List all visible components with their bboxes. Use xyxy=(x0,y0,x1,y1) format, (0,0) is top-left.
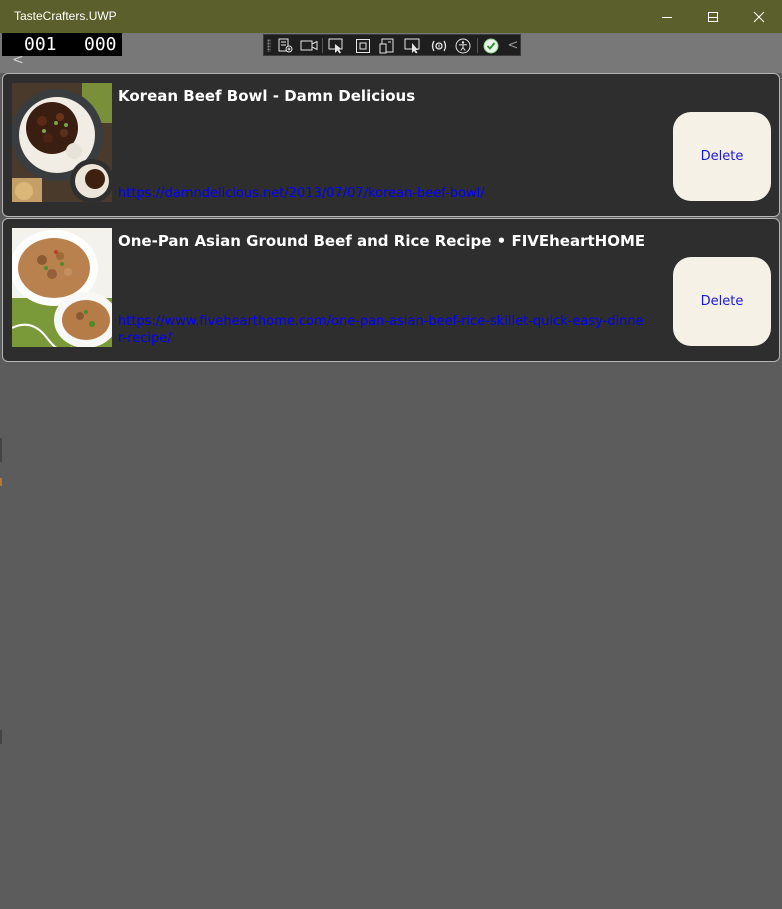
delete-button[interactable]: Delete xyxy=(673,112,771,201)
frame-rate-counter: 001 000 xyxy=(2,33,122,56)
track-focus-icon[interactable] xyxy=(378,37,396,54)
window-title: TasteCrafters.UWP xyxy=(14,9,117,23)
recipe-card[interactable]: Korean Beef Bowl - Damn Delicious https:… xyxy=(2,73,780,217)
toolbar-separator xyxy=(322,38,323,53)
frame-counter-right: 000 xyxy=(84,34,117,55)
left-edge-mark xyxy=(0,730,2,744)
binding-failures-icon[interactable] xyxy=(430,37,448,54)
recipe-title: One-Pan Asian Ground Beef and Rice Recip… xyxy=(118,232,646,250)
select-element-icon[interactable] xyxy=(328,37,346,54)
recipe-url-link[interactable]: https://damndelicious.net/2013/07/07/kor… xyxy=(118,185,658,202)
close-icon xyxy=(753,11,765,22)
left-edge-mark xyxy=(0,438,2,462)
live-visual-tree-icon[interactable] xyxy=(276,37,294,54)
display-layout-adorners-icon[interactable] xyxy=(354,37,372,54)
recipe-title: Korean Beef Bowl - Damn Delicious xyxy=(118,87,416,105)
recipe-thumbnail xyxy=(12,228,112,347)
frame-counter-left: 001 xyxy=(24,34,57,55)
record-icon[interactable] xyxy=(300,37,318,54)
collapse-chevron-icon[interactable]: < xyxy=(504,37,522,54)
delete-button[interactable]: Delete xyxy=(673,257,771,346)
recipe-url-link[interactable]: https://www.fivehearthome.com/one-pan-as… xyxy=(118,313,648,347)
grip-handle[interactable] xyxy=(267,39,271,52)
left-edge-mark xyxy=(0,478,2,486)
maximize-button[interactable] xyxy=(690,0,736,33)
minimize-button-area[interactable] xyxy=(644,0,690,33)
app-window: TasteCrafters.UWP < 001 000 < Korean Bee… xyxy=(0,0,782,909)
maximize-icon xyxy=(708,11,718,22)
close-button[interactable] xyxy=(736,0,782,33)
minimize-icon xyxy=(662,16,672,18)
hot-reload-ok-icon[interactable] xyxy=(482,37,500,54)
recipe-card[interactable]: One-Pan Asian Ground Beef and Rice Recip… xyxy=(2,218,780,362)
preview-selection-icon[interactable] xyxy=(404,37,422,54)
debug-toolbar: < xyxy=(263,34,521,56)
accessibility-icon[interactable] xyxy=(454,37,472,54)
toolbar-separator xyxy=(477,38,478,53)
recipe-thumbnail xyxy=(12,83,112,202)
